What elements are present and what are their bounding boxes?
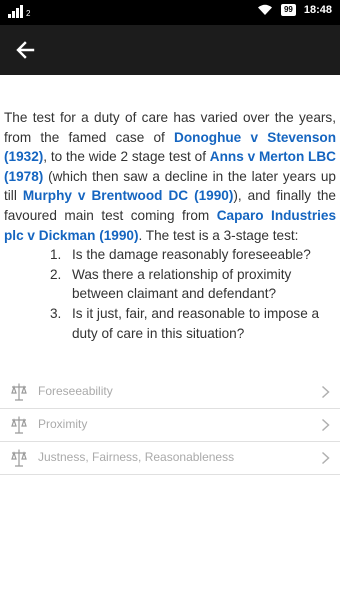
back-button[interactable]	[12, 37, 40, 63]
case-link-murphy[interactable]: Murphy v Brentwood DC (1990)	[23, 188, 234, 203]
test-stage-item: 2. Was there a relationship of proximity …	[50, 266, 292, 302]
signal-icon	[20, 5, 23, 18]
battery-icon: 99	[280, 4, 296, 16]
chevron-right-icon	[321, 418, 330, 432]
status-time: 18:48	[303, 4, 332, 16]
topic-item-justness[interactable]: Justness, Fairness, Reasonableness	[0, 442, 340, 475]
topic-list: Foreseeability Proximity Justness, Fairn…	[0, 376, 340, 475]
signal-indicator: 2	[8, 5, 30, 18]
topic-label: Foreseeability	[38, 384, 113, 398]
signal-icon	[8, 14, 11, 18]
article-text: , to the wide 2 stage test of	[43, 149, 210, 165]
scales-icon	[11, 416, 27, 434]
status-bar: 2 99 18:48	[0, 0, 340, 25]
scales-icon	[11, 449, 27, 467]
article-paragraph: The test for a duty of care has varied o…	[4, 108, 336, 245]
test-stage-list: 1. Is the damage reasonably foreseeable? …	[4, 245, 336, 343]
app-bar	[0, 25, 340, 75]
scales-icon	[11, 383, 27, 401]
signal-icon	[16, 8, 19, 18]
test-stage-item: 3. Is it just, fair, and reasonable to im…	[50, 305, 320, 341]
article-text: . The test is a 3-stage test:	[138, 227, 299, 243]
arrow-left-icon	[16, 41, 35, 59]
wifi-icon	[257, 4, 272, 15]
topic-item-foreseeability[interactable]: Foreseeability	[0, 376, 340, 409]
article-body: The test for a duty of care has varied o…	[4, 108, 336, 343]
topic-label: Proximity	[38, 417, 88, 431]
signal-icon	[12, 11, 15, 18]
topic-label: Justness, Fairness, Reasonableness	[38, 450, 235, 464]
chevron-right-icon	[321, 451, 330, 465]
network-type: 2	[26, 9, 31, 18]
test-stage-item: 1. Is the damage reasonably foreseeable?	[50, 247, 311, 263]
topic-item-proximity[interactable]: Proximity	[0, 409, 340, 442]
chevron-right-icon	[321, 385, 330, 399]
